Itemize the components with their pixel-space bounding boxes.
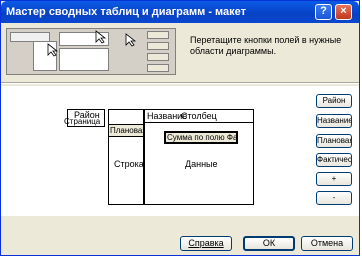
separator <box>1 82 359 84</box>
ok-button[interactable]: ОК <box>243 236 295 251</box>
illustration-field-button <box>147 42 169 50</box>
cursor-icon <box>125 33 137 47</box>
series-field-button[interactable]: Плановая <box>108 124 144 137</box>
row-area-label: Строка <box>114 159 144 169</box>
page-area-label: Страница <box>64 117 101 126</box>
illustration-field-button <box>147 53 169 61</box>
column-area[interactable]: Название Столбец <box>144 109 254 123</box>
illustration-field-button <box>147 64 169 72</box>
pivot-wizard-dialog: Мастер сводных таблиц и диаграмм - макет… <box>0 0 360 256</box>
cancel-button[interactable]: Отмена <box>301 236 353 251</box>
layout-area: Район Страница Плановая Строка Название … <box>1 86 359 216</box>
title-bar: Мастер сводных таблиц и диаграмм - макет… <box>1 1 359 23</box>
field-button-nazvanie[interactable]: Название <box>316 114 352 128</box>
cursor-icon <box>95 30 107 44</box>
illustration-field-button <box>147 31 169 39</box>
data-area-label: Данные <box>185 159 218 169</box>
field-button-planovaya[interactable]: Плановая <box>316 134 352 148</box>
data-field-button[interactable]: Сумма по полю Фак <box>164 131 238 144</box>
illustration-data-area <box>59 48 109 71</box>
instruction-text: Перетащите кнопки полей в нужные области… <box>190 35 342 56</box>
column-area-label: Столбец <box>181 111 217 121</box>
data-area[interactable]: Название Столбец Сумма по полю Фак Данны… <box>144 109 254 205</box>
help-button[interactable]: Справка <box>180 236 232 251</box>
title-close-button[interactable]: × <box>335 4 352 20</box>
row-area[interactable]: Плановая Строка <box>108 109 144 205</box>
field-button-rayon[interactable]: Район <box>316 94 352 108</box>
page-area[interactable]: Район Страница <box>64 109 105 127</box>
field-button-minus[interactable]: - <box>316 191 352 205</box>
cursor-icon <box>47 43 59 57</box>
title-help-button[interactable]: ? <box>315 4 332 20</box>
window-title: Мастер сводных таблиц и диаграмм - макет <box>6 6 247 18</box>
field-button-plus[interactable]: + <box>316 172 352 186</box>
wizard-illustration <box>6 28 176 75</box>
field-button-fakticheskaya[interactable]: Фактичес <box>316 153 352 167</box>
